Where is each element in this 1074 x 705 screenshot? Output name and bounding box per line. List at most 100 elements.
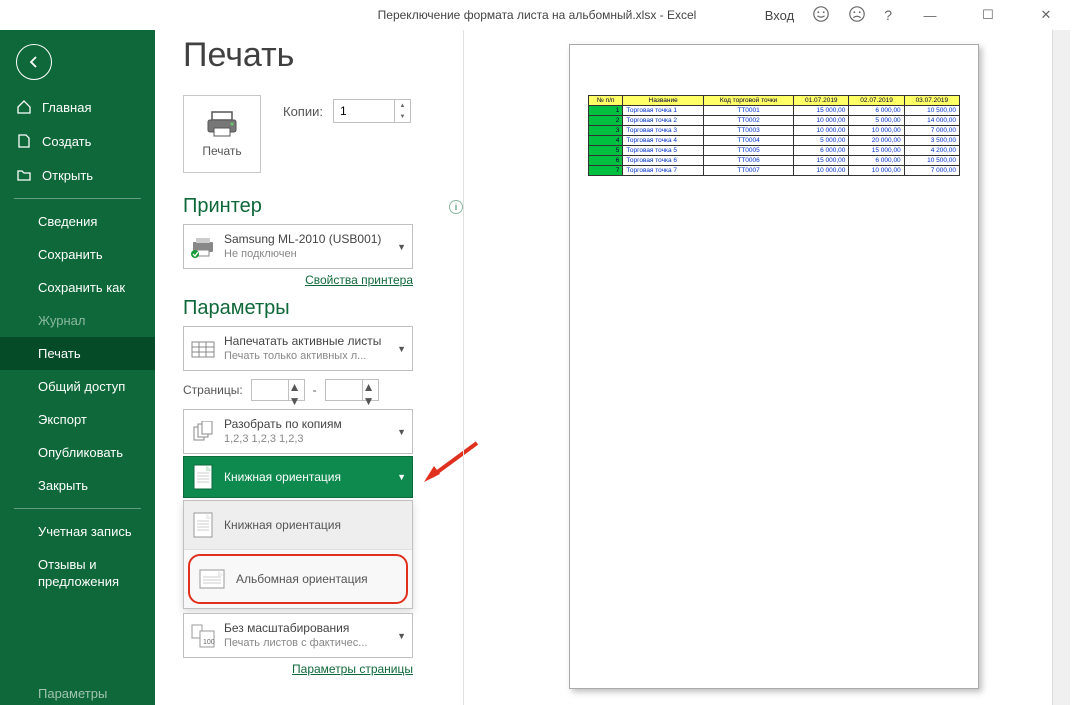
print-button[interactable]: Печать [183,95,261,173]
scale-icon: 100 [190,623,216,649]
params-heading: Параметры [183,297,290,320]
sidebar-item-export[interactable]: Экспорт [0,403,155,436]
page-title: Печать [183,36,463,75]
sidebar-item-info[interactable]: Сведения [0,205,155,238]
pages-from-input[interactable] [252,380,288,400]
info-icon[interactable]: i [449,200,463,214]
home-icon [16,99,32,115]
orientation-option-landscape[interactable]: Альбомная ориентация [188,554,408,604]
portrait-page-icon [192,511,214,539]
sidebar-item-account[interactable]: Учетная запись [0,515,155,548]
happy-face-icon[interactable] [812,5,830,26]
sidebar-item-feedback[interactable]: Отзывы и предложения [0,548,155,600]
sidebar-item-label: Сохранить как [38,280,125,295]
print-button-label: Печать [202,144,241,158]
sidebar-item-label: Открыть [42,168,93,183]
sidebar-item-options[interactable]: Параметры [0,677,155,705]
printer-status: Не подключен [224,247,406,262]
dropdown-label: Разобрать по копиям [224,416,406,432]
login-link[interactable]: Вход [765,8,794,23]
spin-down-icon[interactable]: ▼ [363,394,378,408]
dropdown-label: Книжная ориентация [224,469,406,485]
sidebar-item-label: Учетная запись [38,524,132,539]
spin-down-icon[interactable]: ▼ [289,394,304,408]
spin-up-icon[interactable]: ▲ [395,100,410,111]
sidebar-item-label: Параметры [38,686,107,701]
sidebar-item-close[interactable]: Закрыть [0,469,155,502]
preview-page: № п/пНазваниеКод торговой точки01.07.201… [569,44,979,689]
spin-up-icon[interactable]: ▲ [363,380,378,394]
spin-up-icon[interactable]: ▲ [289,380,304,394]
dropdown-sublabel: Печать только активных л... [224,349,406,364]
sidebar-item-label: Общий доступ [38,379,125,394]
pages-from-spinner[interactable]: ▲▼ [251,379,305,401]
scale-selector[interactable]: 100 Без масштабированияПечать листов с ф… [183,613,413,658]
sidebar-item-label: Отзывы и предложения [38,557,143,591]
sidebar-item-label: Закрыть [38,478,88,493]
option-label: Книжная ориентация [224,518,341,532]
sidebar-item-label: Главная [42,100,91,115]
close-button[interactable]: ✕ [1026,1,1066,29]
chevron-down-icon: ▼ [397,344,406,354]
print-preview: № п/пНазваниеКод торговой точки01.07.201… [463,30,1074,705]
portrait-page-icon [190,464,216,490]
chevron-down-icon: ▼ [397,242,406,252]
sidebar-item-home[interactable]: Главная [0,90,155,124]
orientation-selector[interactable]: Книжная ориентация ▼ [183,456,413,498]
sidebar: Главная Создать Открыть Сведения Сохрани… [0,30,155,705]
chevron-down-icon: ▼ [397,427,406,437]
pages-to-spinner[interactable]: ▲▼ [325,379,379,401]
window-title: Переключение формата листа на альбомный.… [378,8,697,22]
sidebar-item-label: Сохранить [38,247,103,262]
print-settings: Печать Печать Копии: ▲▼ Принтер i [183,30,463,705]
spin-down-icon[interactable]: ▼ [395,111,410,122]
copies-label: Копии: [283,104,323,119]
orientation-option-portrait[interactable]: Книжная ориентация [184,501,412,550]
sidebar-item-label: Печать [38,346,81,361]
printer-icon [206,110,238,138]
pages-to-input[interactable] [326,380,362,400]
dropdown-label: Без масштабирования [224,620,406,636]
sad-face-icon[interactable] [848,5,866,26]
minimize-button[interactable]: — [910,1,950,29]
sidebar-item-print[interactable]: Печать [0,337,155,370]
back-button[interactable] [16,44,52,80]
chevron-down-icon: ▼ [397,631,406,641]
dropdown-sublabel: Печать листов с фактичес... [224,636,406,651]
printer-heading: Принтер [183,195,262,218]
sidebar-item-label: Экспорт [38,412,87,427]
open-icon [16,167,32,183]
sidebar-item-history: Журнал [0,304,155,337]
svg-text:100: 100 [203,639,215,646]
collate-selector[interactable]: Разобрать по копиям1,2,3 1,2,3 1,2,3 ▼ [183,409,413,454]
print-what-selector[interactable]: Напечатать активные листыПечать только а… [183,326,413,371]
landscape-page-icon [198,568,226,590]
printer-selector[interactable]: Samsung ML-2010 (USB001) Не подключен ▼ [183,224,413,269]
chevron-down-icon: ▼ [397,472,406,482]
sidebar-item-publish[interactable]: Опубликовать [0,436,155,469]
sidebar-item-label: Журнал [38,313,85,328]
sidebar-item-label: Сведения [38,214,97,229]
new-icon [16,133,32,149]
copies-spinner[interactable]: ▲▼ [333,99,411,123]
printer-name: Samsung ML-2010 (USB001) [224,231,406,247]
orientation-dropdown-popup: Книжная ориентация Альбомная ориентация [183,500,413,609]
sheets-icon [190,336,216,362]
sidebar-item-label: Опубликовать [38,445,123,460]
sidebar-item-open[interactable]: Открыть [0,158,155,192]
preview-table: № п/пНазваниеКод торговой точки01.07.201… [588,95,960,176]
printer-properties-link[interactable]: Свойства принтера [183,273,413,287]
sidebar-item-new[interactable]: Создать [0,124,155,158]
pages-separator: - [313,383,317,397]
sidebar-item-save[interactable]: Сохранить [0,238,155,271]
option-label: Альбомная ориентация [236,572,368,586]
sidebar-item-saveas[interactable]: Сохранить как [0,271,155,304]
preview-scrollbar[interactable] [1052,30,1070,705]
help-icon[interactable]: ? [884,7,892,23]
copies-input[interactable] [334,100,394,122]
titlebar: Переключение формата листа на альбомный.… [0,0,1074,30]
page-setup-link[interactable]: Параметры страницы [183,662,413,676]
maximize-button[interactable]: ☐ [968,1,1008,29]
collate-icon [190,419,216,445]
sidebar-item-share[interactable]: Общий доступ [0,370,155,403]
